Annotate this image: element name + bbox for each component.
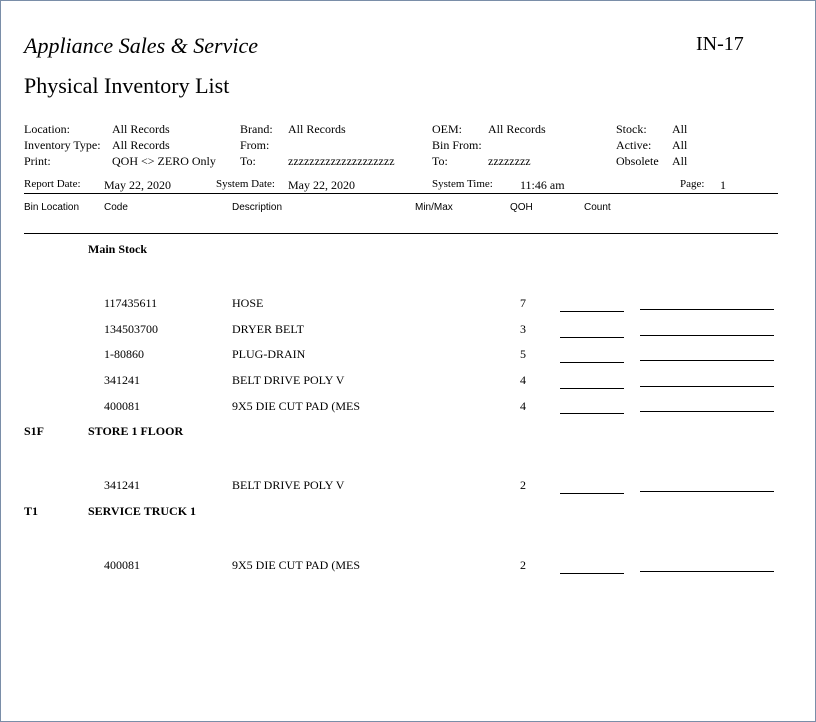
notes-blank bbox=[640, 309, 774, 310]
item-description: 9X5 DIE CUT PAD (MES bbox=[232, 399, 361, 413]
to-value: zzzzzzzzzzzzzzzzzzzz bbox=[288, 154, 395, 168]
group-bin: T1 bbox=[24, 504, 39, 518]
count-blank bbox=[560, 337, 624, 338]
item-description: BELT DRIVE POLY V bbox=[232, 373, 345, 387]
item-qoh: 4 bbox=[520, 399, 526, 413]
system-date-label: System Date: bbox=[216, 178, 275, 190]
oem-label: OEM: bbox=[432, 122, 462, 136]
item-description: HOSE bbox=[232, 296, 264, 310]
from-label: From: bbox=[240, 138, 270, 152]
stock-value: All bbox=[672, 122, 688, 136]
count-blank bbox=[560, 388, 624, 389]
brand-value: All Records bbox=[288, 122, 346, 136]
item-qoh: 5 bbox=[520, 347, 526, 361]
col-min-max: Min/Max bbox=[415, 202, 453, 213]
notes-blank bbox=[640, 386, 774, 387]
count-blank bbox=[560, 413, 624, 414]
count-blank bbox=[560, 311, 624, 312]
item-description: PLUG-DRAIN bbox=[232, 347, 306, 361]
notes-blank bbox=[640, 571, 774, 572]
page-number: 1 bbox=[720, 178, 726, 192]
bin-to-label: To: bbox=[432, 154, 448, 168]
page-label: Page: bbox=[680, 178, 705, 190]
location-value: All Records bbox=[112, 122, 170, 136]
report-date-label: Report Date: bbox=[24, 178, 81, 190]
item-description: DRYER BELT bbox=[232, 322, 304, 336]
group-name: SERVICE TRUCK 1 bbox=[88, 504, 197, 518]
col-bin-location: Bin Location bbox=[24, 202, 80, 213]
active-value: All bbox=[672, 138, 688, 152]
inventory-type-value: All Records bbox=[112, 138, 170, 152]
notes-blank bbox=[640, 411, 774, 412]
notes-blank bbox=[640, 360, 774, 361]
item-code: 341241 bbox=[104, 478, 140, 492]
inventory-type-label: Inventory Type: bbox=[24, 138, 101, 152]
col-qoh: QOH bbox=[510, 202, 533, 213]
company-name: Appliance Sales & Service bbox=[24, 33, 258, 58]
item-qoh: 2 bbox=[520, 558, 526, 572]
report-title: Physical Inventory List bbox=[24, 73, 230, 98]
report-date: May 22, 2020 bbox=[104, 178, 171, 192]
col-count: Count bbox=[584, 202, 611, 213]
count-blank bbox=[560, 362, 624, 363]
brand-label: Brand: bbox=[240, 122, 273, 136]
bin-from-label: Bin From: bbox=[432, 138, 482, 152]
col-description: Description bbox=[232, 202, 283, 213]
obsolete-value: All bbox=[672, 154, 688, 168]
header-rule-bottom bbox=[24, 233, 778, 234]
item-description: 9X5 DIE CUT PAD (MES bbox=[232, 558, 361, 572]
oem-value: All Records bbox=[488, 122, 546, 136]
col-code: Code bbox=[104, 202, 128, 213]
group-name: Main Stock bbox=[88, 242, 148, 256]
count-blank bbox=[560, 493, 624, 494]
item-code: 400081 bbox=[104, 399, 140, 413]
print-label: Print: bbox=[24, 154, 51, 168]
item-code: 341241 bbox=[104, 373, 140, 387]
location-label: Location: bbox=[24, 122, 70, 136]
item-qoh: 3 bbox=[520, 322, 526, 336]
header-rule-top bbox=[24, 193, 778, 194]
system-time: 11:46 am bbox=[520, 178, 565, 192]
item-qoh: 2 bbox=[520, 478, 526, 492]
notes-blank bbox=[640, 335, 774, 336]
item-code: 134503700 bbox=[104, 322, 158, 336]
system-time-label: System Time: bbox=[432, 178, 493, 190]
print-value: QOH <> ZERO Only bbox=[112, 154, 216, 168]
item-code: 1-80860 bbox=[104, 347, 144, 361]
bin-to-value: zzzzzzzz bbox=[488, 154, 531, 168]
active-label: Active: bbox=[616, 138, 652, 152]
count-blank bbox=[560, 573, 624, 574]
item-code: 117435611 bbox=[104, 296, 158, 310]
group-bin: S1F bbox=[24, 424, 45, 438]
group-name: STORE 1 FLOOR bbox=[88, 424, 184, 438]
item-qoh: 7 bbox=[520, 296, 526, 310]
item-code: 400081 bbox=[104, 558, 140, 572]
obsolete-label: Obsolete bbox=[616, 154, 659, 168]
notes-blank bbox=[640, 491, 774, 492]
item-description: BELT DRIVE POLY V bbox=[232, 478, 345, 492]
to-label: To: bbox=[240, 154, 256, 168]
report-code: IN-17 bbox=[696, 33, 744, 55]
item-qoh: 4 bbox=[520, 373, 526, 387]
stock-label: Stock: bbox=[616, 122, 647, 136]
system-date: May 22, 2020 bbox=[288, 178, 355, 192]
